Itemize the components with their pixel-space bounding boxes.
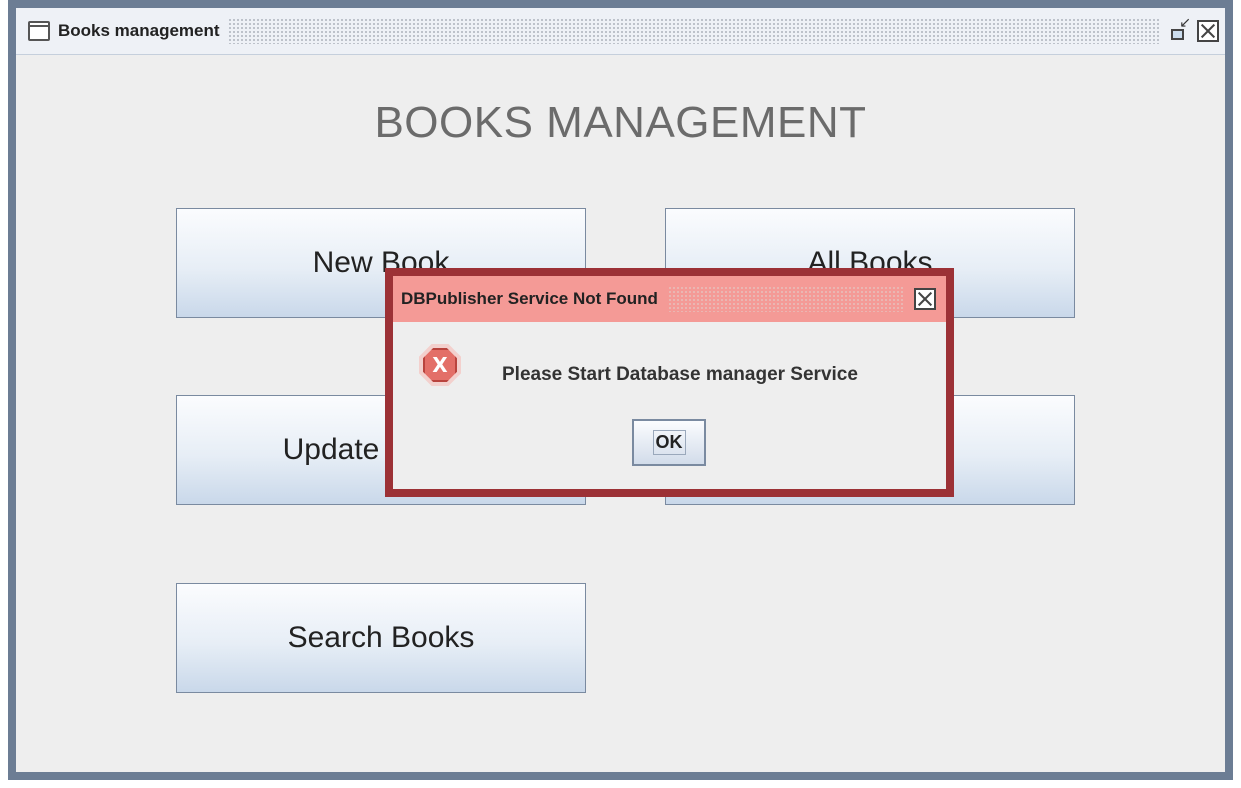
update-label: Update [282, 433, 380, 466]
restore-icon[interactable] [1169, 14, 1191, 42]
error-x-glyph: X [432, 353, 448, 377]
search-books-button[interactable]: Search Books [176, 583, 586, 693]
search-books-label: Search Books [287, 621, 475, 654]
window-titlebar[interactable]: Books management [16, 8, 1225, 55]
error-icon: X [423, 348, 457, 382]
dialog-titlebar[interactable]: DBPublisher Service Not Found [393, 276, 946, 322]
dialog-message: Please Start Database manager Service [502, 364, 858, 385]
dialog-close-icon[interactable] [914, 288, 936, 310]
titlebar-grip[interactable] [227, 18, 1159, 44]
ok-label: OK [652, 430, 686, 455]
ok-button[interactable]: OK [632, 419, 706, 466]
close-icon[interactable] [1197, 20, 1219, 42]
error-dialog: DBPublisher Service Not Found X Please S… [385, 268, 954, 497]
dialog-title: DBPublisher Service Not Found [401, 289, 658, 308]
window-icon [28, 21, 50, 41]
page-title: BOOKS MANAGEMENT [374, 98, 867, 147]
window-title: Books management [58, 21, 220, 40]
dialog-titlebar-grip[interactable] [667, 286, 904, 312]
